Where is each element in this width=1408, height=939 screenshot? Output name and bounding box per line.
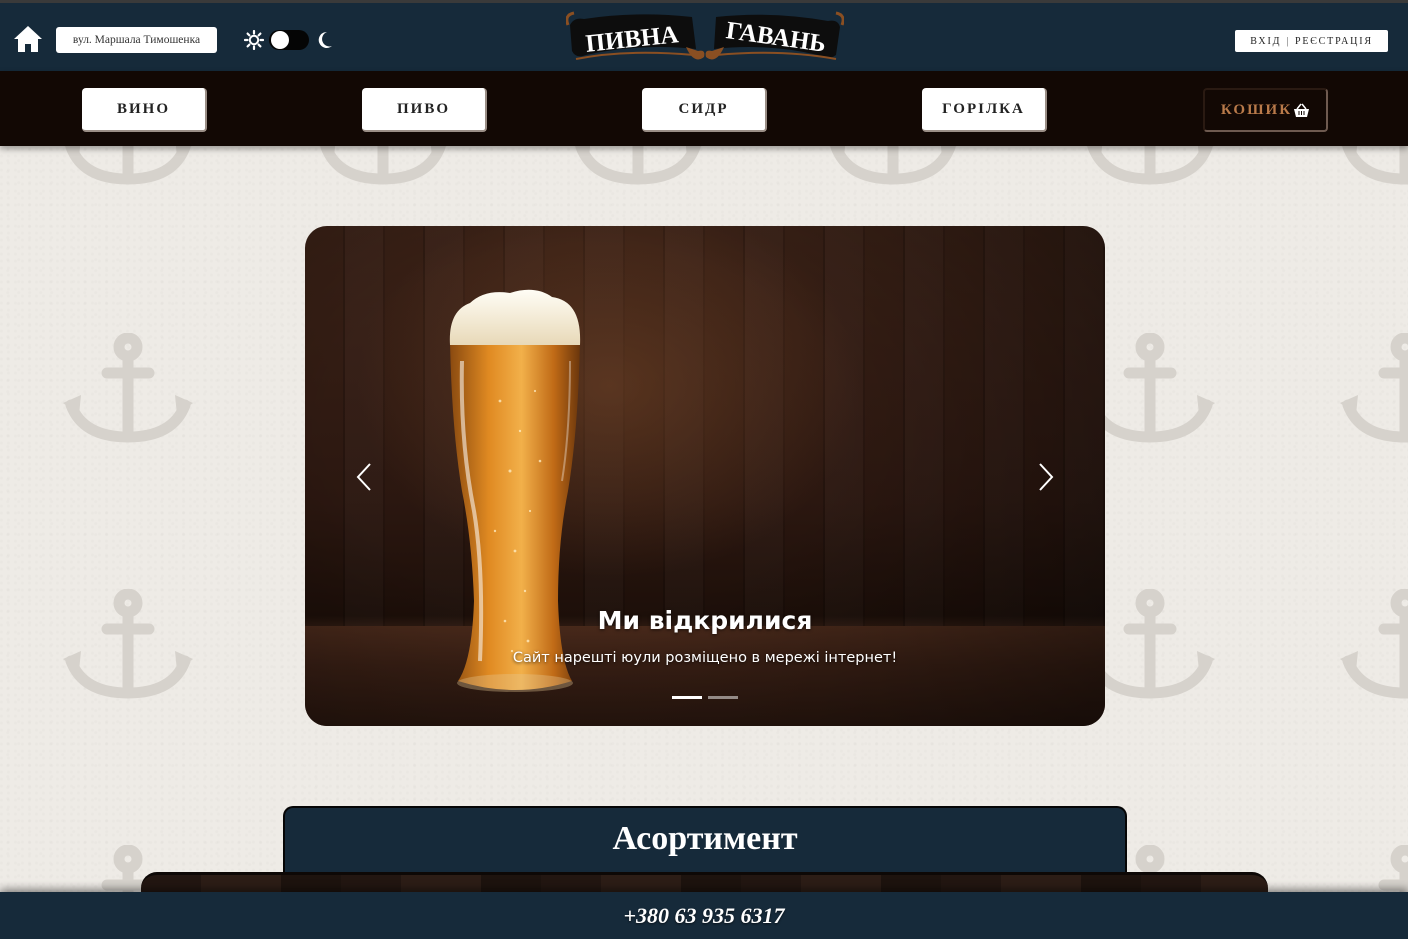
switch-knob [271, 31, 289, 49]
carousel-indicator-2[interactable] [708, 696, 738, 699]
theme-toggle [243, 27, 334, 53]
dark-mode-switch[interactable] [269, 30, 309, 50]
anchor-icon [63, 333, 193, 443]
phone-number-link[interactable]: +380 63 935 6317 [623, 903, 784, 929]
top-bar: вул. Маршала Тимошенка ПИВНА ГАВАНЬ ВХІД… [0, 0, 1408, 71]
auth-separator: | [1286, 35, 1291, 47]
nav-beer-button[interactable]: ПИВО [362, 88, 487, 132]
carousel-indicator-1[interactable] [672, 696, 702, 699]
slide-title: Ми відкрилися [597, 606, 813, 635]
anchor-icon [1340, 589, 1408, 699]
category-navbar: ВИНО ПИВО СИДР ГОРІЛКА КОШИК [0, 71, 1408, 146]
site-logo[interactable]: ПИВНА ГАВАНЬ [565, 9, 845, 69]
moon-icon [316, 30, 334, 50]
auth-box: ВХІД | РЕЄСТРАЦІЯ [1235, 30, 1388, 52]
slide-caption: Сайт нарешті юули розміщено в мережі інт… [512, 650, 898, 666]
beer-glass-image [449, 289, 581, 692]
carousel-indicators [672, 696, 742, 700]
register-link[interactable]: РЕЄСТРАЦІЯ [1295, 36, 1373, 47]
nav-cider-button[interactable]: СИДР [642, 88, 767, 132]
assortment-title: Асортимент [612, 820, 798, 857]
cart-button[interactable]: КОШИК [1203, 88, 1328, 132]
footer-bar: +380 63 935 6317 [0, 892, 1408, 939]
chevron-left-icon [356, 463, 371, 491]
chevron-right-icon [1039, 463, 1054, 491]
login-link[interactable]: ВХІД [1250, 36, 1281, 47]
nav-vodka-button[interactable]: ГОРІЛКА [922, 88, 1047, 132]
anchor-icon [63, 589, 193, 699]
anchor-icon [1340, 333, 1408, 443]
home-icon[interactable] [13, 25, 43, 53]
carousel-next-button[interactable] [1035, 462, 1055, 492]
address-label: вул. Маршала Тимошенка [56, 27, 217, 53]
cart-label: КОШИК [1220, 101, 1293, 118]
sun-icon [243, 29, 265, 51]
carousel-prev-button[interactable] [355, 462, 375, 492]
hero-carousel: Ми відкрилися Сайт нарешті юули розміщен… [305, 226, 1105, 726]
basket-icon [1294, 103, 1310, 117]
nav-wine-button[interactable]: ВИНО [82, 88, 207, 132]
